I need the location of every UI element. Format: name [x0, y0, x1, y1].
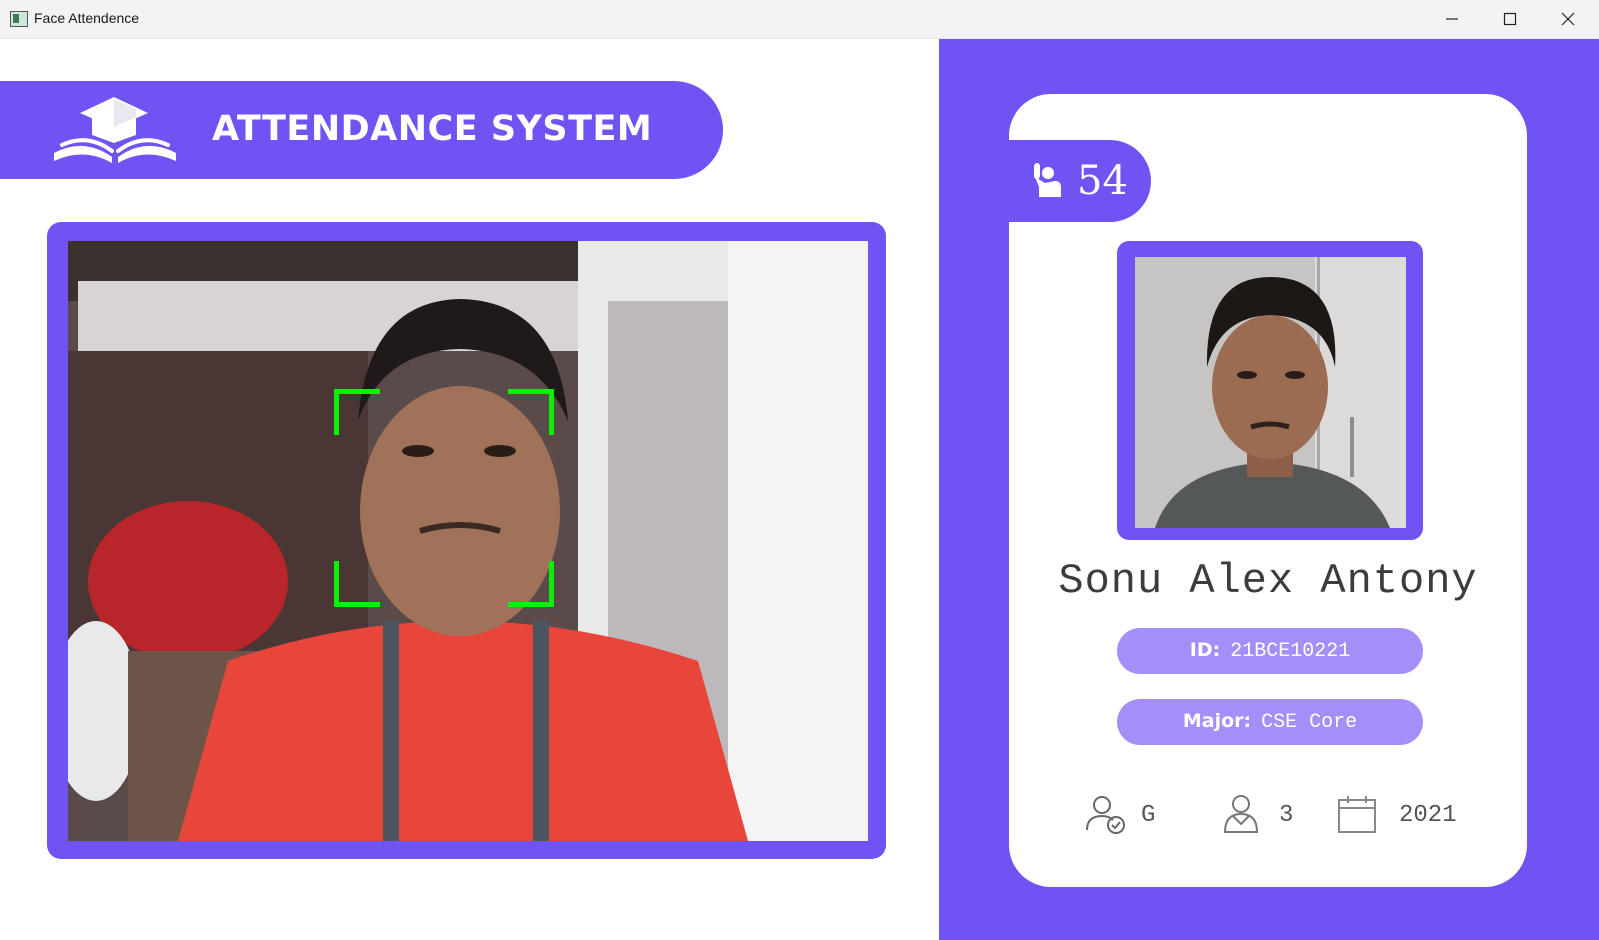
detection-corner — [508, 561, 554, 607]
total-attendance: 54 — [1077, 158, 1128, 204]
minimize-button[interactable] — [1423, 0, 1481, 39]
starting-year-stat: 2021 — [1337, 794, 1487, 844]
graduation-cap-book-icon — [54, 97, 176, 163]
detection-corner — [334, 389, 380, 435]
detection-corner — [334, 561, 380, 607]
major-label: Major: — [1182, 710, 1252, 732]
major-value: CSE Core — [1261, 711, 1358, 734]
webcam-frame — [47, 222, 886, 859]
student-major-pill: Major: CSE Core — [1117, 699, 1423, 745]
detection-corner — [508, 389, 554, 435]
starting-year-value: 2021 — [1399, 802, 1457, 829]
student-id-pill: ID: 21BCE10221 — [1117, 628, 1423, 674]
app-icon — [10, 11, 28, 27]
student-photo — [1135, 257, 1406, 528]
year-value: 3 — [1279, 802, 1294, 829]
student-person-icon — [1223, 795, 1259, 833]
header-banner: ATTENDANCE SYSTEM — [0, 81, 723, 179]
camera-panel: ATTENDANCE SYSTEM — [0, 39, 939, 940]
window-titlebar: Face Attendence — [0, 0, 1599, 39]
webcam-feed — [68, 241, 868, 841]
standing-stat: G — [1085, 794, 1185, 844]
student-info-panel: 54 Sonu Alex Antony ID: 21BCE10221 Major… — [939, 39, 1599, 940]
user-check-icon — [1086, 796, 1125, 834]
app-heading: ATTENDANCE SYSTEM — [212, 109, 653, 149]
student-photo-frame — [1117, 241, 1423, 540]
id-label: ID: — [1189, 639, 1221, 661]
close-icon — [1561, 12, 1575, 26]
maximize-icon — [1503, 12, 1517, 26]
student-photo-image — [1135, 257, 1406, 528]
attendance-count-tab: 54 — [1009, 140, 1151, 222]
id-value: 21BCE10221 — [1230, 640, 1351, 663]
student-card: 54 Sonu Alex Antony ID: 21BCE10221 Major… — [1009, 94, 1527, 887]
student-name: Sonu Alex Antony — [1058, 557, 1478, 605]
calendar-icon — [1338, 796, 1376, 833]
raised-hand-person-icon — [1034, 163, 1061, 197]
minimize-icon — [1446, 18, 1458, 20]
webcam-image — [68, 241, 868, 841]
close-button[interactable] — [1539, 0, 1597, 39]
year-stat: 3 — [1223, 794, 1323, 844]
standing-value: G — [1141, 802, 1156, 829]
maximize-button[interactable] — [1481, 0, 1539, 39]
window-title: Face Attendence — [34, 10, 140, 26]
